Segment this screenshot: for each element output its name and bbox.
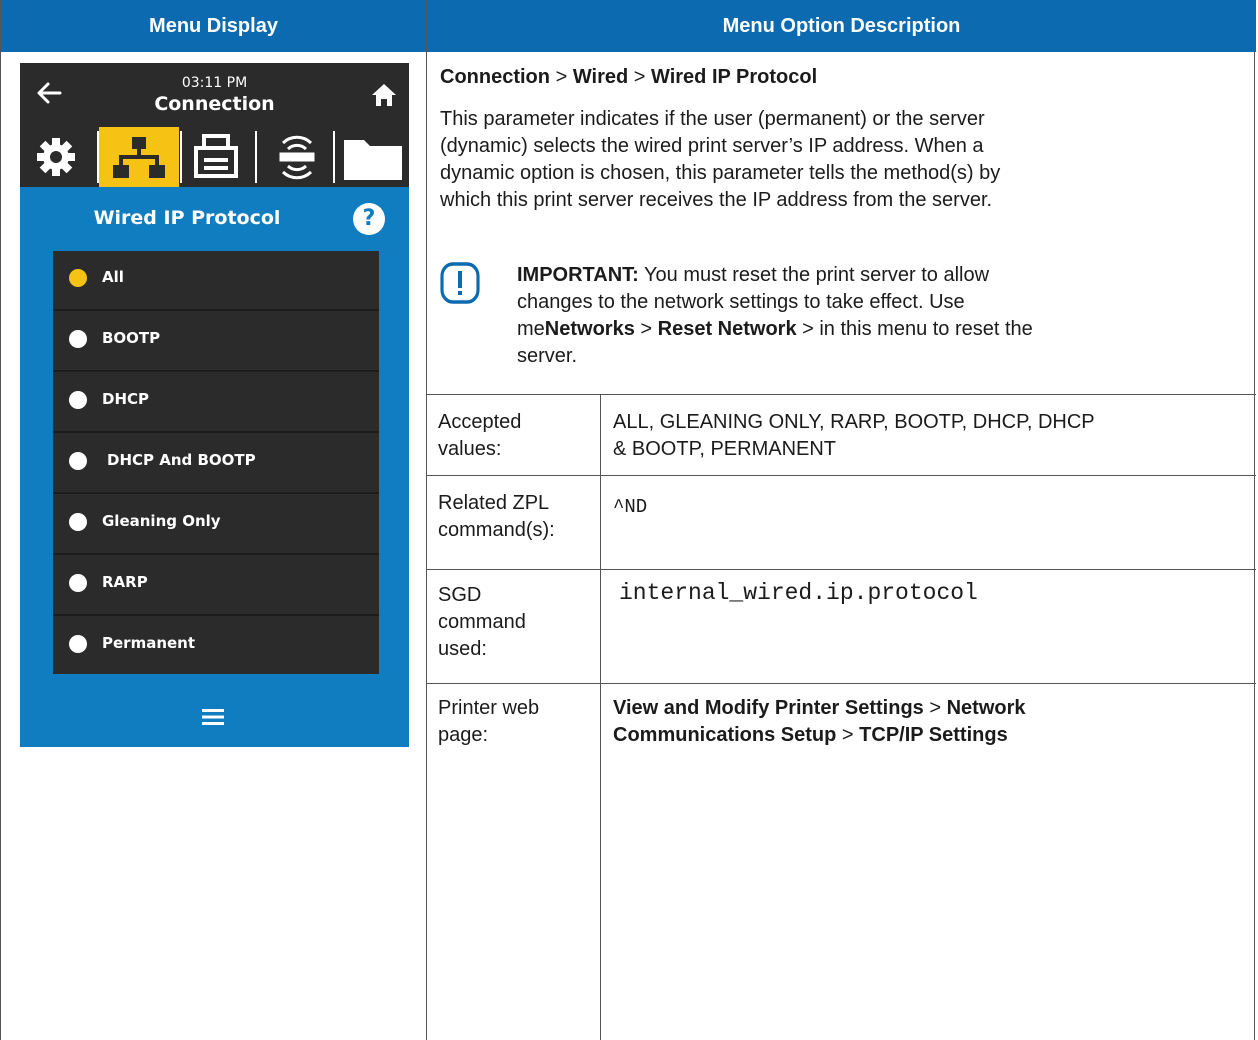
radio-icon xyxy=(69,391,87,409)
section-title: Wired IP Protocol xyxy=(93,207,281,229)
list-item: RARP xyxy=(53,556,379,616)
row-divider xyxy=(426,394,1256,395)
sgd-command-value: internal_wired.ip.protocol xyxy=(619,580,978,606)
option-label: BOOTP xyxy=(102,329,161,347)
list-item: All xyxy=(53,251,379,311)
column-divider xyxy=(426,0,427,1040)
breadcrumb: Connection > Wired > Wired IP Protocol xyxy=(440,66,818,88)
list-item: DHCP xyxy=(53,373,379,433)
related-zpl-label: Related ZPL command(s): xyxy=(438,492,555,541)
important-notice-icon xyxy=(440,262,480,304)
list-item: Permanent xyxy=(53,617,379,677)
printer-display-screenshot: 03:11 PM Connection Wired IP Protocol ? … xyxy=(20,63,409,747)
option-label: Gleaning Only xyxy=(102,512,221,530)
home-icon xyxy=(372,84,396,106)
printer-icon xyxy=(194,134,238,178)
radio-icon xyxy=(69,574,87,592)
tab-separator xyxy=(255,131,257,183)
list-item: Gleaning Only xyxy=(53,495,379,555)
parameter-description: This parameter indicates if the user (pe… xyxy=(440,108,1001,211)
tab-separator xyxy=(333,131,335,183)
network-icon xyxy=(99,127,179,187)
radio-icon xyxy=(69,513,87,531)
screen-title: Connection xyxy=(154,93,275,115)
printer-web-page-label: Printer web page: xyxy=(438,697,540,746)
option-label: RARP xyxy=(102,573,148,591)
option-label: DHCP xyxy=(102,390,150,408)
menu-tab-bar xyxy=(20,127,409,187)
radio-selected-icon xyxy=(69,269,87,287)
row-divider xyxy=(426,475,1256,476)
header-menu-display: Menu Display xyxy=(1,0,426,52)
folder-icon xyxy=(344,140,402,180)
radio-icon xyxy=(69,452,87,470)
related-zpl-value: ^ND xyxy=(613,496,648,518)
radio-icon xyxy=(69,635,87,653)
accepted-values-value: ALL, GLEANING ONLY, RARP, BOOTP, DHCP, D… xyxy=(613,411,1095,460)
tab-separator xyxy=(180,131,182,183)
list-item: DHCP And BOOTP xyxy=(53,434,379,494)
header-menu-option-description: Menu Option Description xyxy=(427,0,1256,52)
list-item: BOOTP xyxy=(53,312,379,372)
option-list: All BOOTP DHCP DHCP And BOOTP Gleaning O… xyxy=(53,251,379,674)
status-bar: 03:11 PM Connection xyxy=(20,63,409,127)
help-icon: ? xyxy=(353,203,385,235)
radio-icon xyxy=(69,330,87,348)
important-notice: IMPORTANT: You must reset the print serv… xyxy=(517,264,1033,367)
row-divider xyxy=(426,683,1256,684)
clock-time: 03:11 PM xyxy=(181,75,248,91)
sgd-command-label: SGD command used: xyxy=(438,584,526,660)
row-divider xyxy=(426,569,1256,570)
printer-web-page-value: View and Modify Printer Settings > Netwo… xyxy=(613,697,1026,746)
inner-column-divider xyxy=(600,395,601,1040)
option-label: Permanent xyxy=(102,634,196,652)
hamburger-menu-icon xyxy=(202,709,224,725)
option-label: All xyxy=(102,268,124,286)
settings-gear-icon xyxy=(37,138,75,176)
wireless-rfid-icon xyxy=(279,135,315,180)
option-label: DHCP And BOOTP xyxy=(107,451,256,469)
accepted-values-label: Accepted values: xyxy=(438,411,522,460)
